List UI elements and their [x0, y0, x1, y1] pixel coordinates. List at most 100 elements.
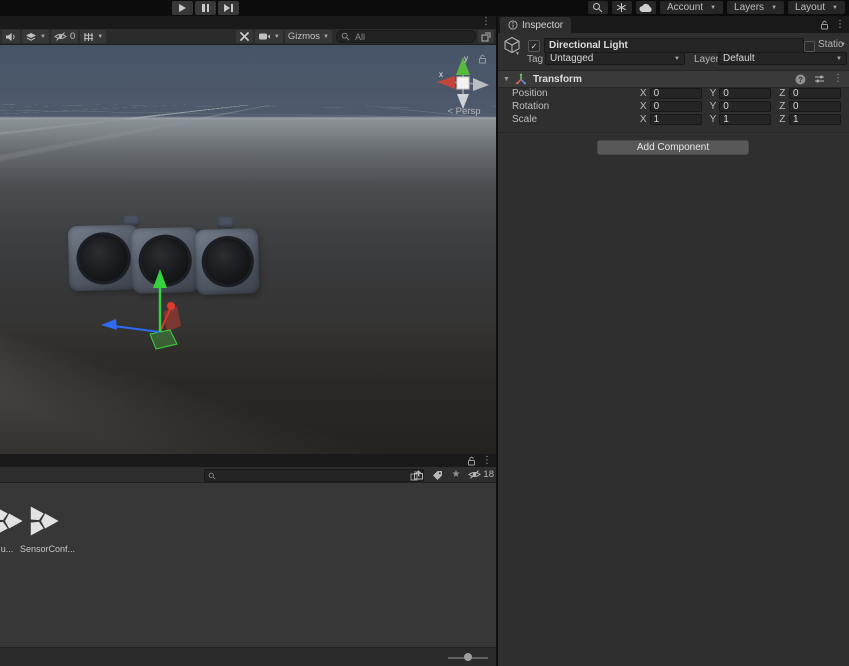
package-icon[interactable] [413, 470, 424, 480]
asset-label: SensorConf... [20, 544, 66, 554]
static-chevron-icon[interactable]: ▼ [840, 42, 846, 48]
pause-button[interactable] [195, 1, 216, 15]
draw-mode-dropdown[interactable]: ▼ [22, 30, 49, 43]
shaded-mode-icon [25, 32, 37, 42]
chevron-down-icon: ▼ [674, 56, 680, 62]
tag-value: Untagged [550, 53, 593, 64]
axis-label: Y [710, 101, 720, 112]
scale-x-field[interactable] [650, 114, 702, 125]
chevron-down-icon: ▼ [771, 5, 777, 11]
layer-dropdown[interactable]: Default ▼ [718, 52, 847, 65]
rotation-y-field[interactable] [719, 101, 771, 112]
camera-icon [258, 32, 271, 41]
grid-icon [83, 32, 94, 42]
search-icon [341, 32, 350, 41]
position-z-field[interactable] [789, 88, 841, 99]
rotation-x-field[interactable] [650, 101, 702, 112]
collab-button[interactable] [612, 1, 632, 14]
project-status-bar [0, 647, 496, 666]
layer-value: Default [723, 53, 755, 64]
axis-label: Y [710, 114, 720, 125]
component-menu-icon[interactable]: ⋮ [833, 74, 843, 84]
presets-icon[interactable] [814, 74, 825, 84]
gizmo-center-cube[interactable] [457, 77, 469, 89]
project-visibility-toggle[interactable]: 18 [468, 469, 494, 480]
slider-knob[interactable] [464, 653, 472, 661]
prefab-chevron-icon[interactable]: ▼ [515, 52, 520, 57]
svg-text:?: ? [798, 75, 803, 84]
account-dropdown[interactable]: Account ▼ [660, 1, 723, 14]
row-label: Position [512, 88, 640, 99]
foldout-chevron-icon[interactable]: ▼ [503, 76, 510, 83]
row-label: Rotation [512, 101, 640, 112]
play-icon [179, 4, 186, 12]
rotation-z-field[interactable] [789, 101, 841, 112]
scene-popout-button[interactable] [478, 30, 494, 43]
scale-y-field[interactable] [719, 114, 771, 125]
play-button[interactable] [172, 1, 193, 15]
project-tab-bar: ⋮ [0, 454, 496, 467]
axis-label: Z [779, 101, 789, 112]
layer-label: Layer [694, 54, 719, 65]
layout-dropdown[interactable]: Layout ▼ [788, 1, 845, 14]
project-search-input[interactable] [219, 470, 407, 482]
traffic-light-lens [138, 234, 192, 287]
lock-icon[interactable] [820, 20, 829, 30]
layers-dropdown[interactable]: Layers ▼ [727, 1, 784, 14]
gizmo-z-cone[interactable] [473, 78, 489, 91]
search-button[interactable] [588, 1, 608, 14]
popout-icon [481, 32, 491, 42]
perspective-mode-label[interactable]: < Persp [436, 106, 492, 117]
transform-component-header[interactable]: ▼ Transform ? ⋮ [498, 70, 849, 88]
active-checkbox[interactable]: ✓ [528, 40, 540, 52]
chevron-down-icon: ▼ [40, 34, 46, 40]
help-icon[interactable]: ? [795, 74, 806, 85]
lock-icon[interactable] [478, 54, 487, 64]
scene-visibility-toggle[interactable]: 0 [51, 30, 78, 43]
inspector-tab-bar: Inspector ⋮ [498, 16, 849, 33]
chevron-down-icon: ▼ [836, 56, 842, 62]
scene-audio-toggle[interactable] [2, 30, 20, 43]
grid-settings-dropdown[interactable]: ▼ [80, 30, 106, 43]
label-tag-icon[interactable] [432, 470, 443, 480]
project-asset-grid[interactable]: u... SensorConf... [0, 483, 496, 647]
scene-viewport[interactable]: y x < Persp [0, 45, 496, 454]
traffic-light-lens [201, 235, 254, 287]
transform-icon [515, 73, 527, 85]
cloud-button[interactable] [636, 1, 656, 14]
scene-menu-icon[interactable]: ⋮ [481, 17, 491, 27]
static-checkbox[interactable] [804, 41, 815, 52]
icon-size-slider[interactable] [448, 656, 488, 659]
scene-search-input[interactable] [353, 31, 471, 43]
hidden-object-count: 0 [70, 31, 75, 42]
pause-icon [202, 4, 209, 12]
tool-settings-button[interactable] [236, 30, 253, 43]
gizmos-dropdown[interactable]: Gizmos ▼ [285, 30, 332, 43]
lock-icon[interactable] [467, 456, 476, 466]
position-x-field[interactable] [650, 88, 702, 99]
account-label: Account [667, 2, 703, 13]
transform-title: Transform [533, 74, 582, 85]
inspector-menu-icon[interactable]: ⋮ [835, 20, 845, 30]
tab-inspector[interactable]: Inspector [500, 17, 571, 33]
crossed-tools-icon [239, 31, 250, 42]
project-toolbar: ★ 18 [0, 467, 496, 483]
chevron-down-icon: ▼ [832, 5, 838, 11]
playmode-controls [172, 1, 239, 15]
step-button[interactable] [218, 1, 239, 15]
project-menu-icon[interactable]: ⋮ [482, 456, 492, 466]
gameobject-name-field[interactable] [544, 38, 804, 53]
check-icon: ✓ [531, 42, 538, 51]
main-toolbar: Account ▼ Layers ▼ Layout ▼ [0, 0, 849, 16]
position-y-field[interactable] [719, 88, 771, 99]
camera-settings-dropdown[interactable]: ▼ [255, 30, 283, 43]
favorites-star-icon[interactable]: ★ [451, 469, 460, 480]
asset-item[interactable]: SensorConf... [20, 501, 66, 554]
unity-asset-icon [23, 501, 63, 541]
transform-fields: Position X Y Z Rotation X Y Z [498, 87, 849, 133]
scene-view-toolbar: ▼ 0 ▼ ▼ Gizmos ▼ [0, 29, 496, 45]
scale-z-field[interactable] [789, 114, 841, 125]
add-component-button[interactable]: Add Component [597, 140, 749, 155]
row-label: Scale [512, 114, 640, 125]
tag-dropdown[interactable]: Untagged ▼ [545, 52, 685, 65]
